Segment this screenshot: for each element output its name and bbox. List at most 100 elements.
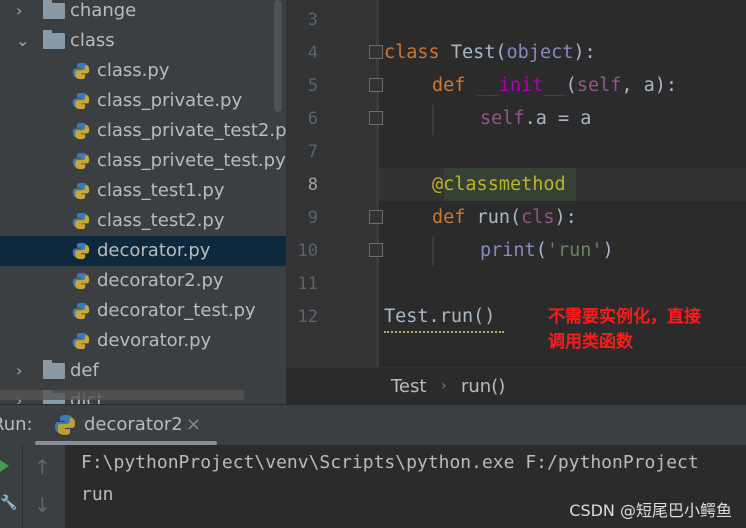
punct: ):: [554, 207, 577, 228]
code-line-5[interactable]: def __init__(self, a):: [432, 75, 677, 96]
python-file-icon: [72, 242, 90, 260]
tree-item-label: def: [70, 360, 99, 381]
run-tool-window-header: Run: decorator2 ×: [0, 404, 746, 445]
class-name: Test: [450, 42, 496, 63]
breadcrumb-separator: ›: [441, 378, 447, 394]
tree-file[interactable]: decorator.py: [0, 236, 286, 266]
console-line: run: [81, 484, 114, 505]
tree-item-label: class.py: [97, 60, 170, 81]
project-tree: › change ⌄ class class.py class_private.pycla…: [0, 0, 286, 404]
tree-folder[interactable]: › def: [0, 356, 286, 386]
keyword: def: [432, 75, 466, 96]
watermark: CSDN @短尾巴小鳄鱼: [569, 501, 732, 520]
cls-param: cls: [521, 207, 555, 228]
python-file-icon: [72, 212, 90, 230]
line-number: 8: [307, 175, 318, 195]
python-file-icon: [72, 332, 90, 350]
arrow-down-icon[interactable]: ↓: [34, 493, 51, 517]
line-number: 7: [307, 142, 318, 162]
python-file-icon: [72, 272, 90, 290]
keyword: def: [432, 207, 466, 228]
chevron-right-icon[interactable]: ›: [16, 356, 30, 386]
magic-method: __init__: [476, 75, 566, 96]
tree-file[interactable]: class_test2.py: [0, 206, 286, 236]
line-number: 10: [297, 241, 318, 261]
arrow-up-icon[interactable]: ↑: [34, 455, 51, 479]
python-file-icon: [72, 302, 90, 320]
tree-file[interactable]: devorator.py: [0, 326, 286, 356]
func-name: run: [476, 207, 510, 228]
python-file-icon: [72, 152, 90, 170]
tree-folder[interactable]: ⌄ class: [0, 26, 286, 56]
builtin: object: [506, 42, 574, 63]
keyword: class: [384, 42, 440, 63]
code-line-9[interactable]: def run(cls):: [432, 207, 577, 228]
run-toolbar: 🔧: [0, 445, 22, 528]
line-number: 9: [307, 208, 318, 228]
fold-marker-icon[interactable]: [369, 210, 383, 224]
line-number: 12: [297, 307, 318, 327]
annotation-line: 不需要实例化，直接: [548, 307, 701, 327]
tree-item-label: change: [70, 0, 137, 21]
python-file-icon: [72, 182, 90, 200]
run-toolbar-2: ↑ ↓: [22, 445, 65, 528]
sidebar-horizontal-scrollbar[interactable]: [0, 390, 244, 400]
tree-file[interactable]: class_private.py: [0, 86, 286, 116]
chevron-down-icon[interactable]: ⌄: [16, 26, 30, 56]
close-tab-icon[interactable]: ×: [186, 414, 201, 435]
fold-marker-icon[interactable]: [369, 111, 383, 125]
tree-item-label: devorator.py: [97, 330, 212, 351]
code-line-12[interactable]: Test.run(): [384, 306, 495, 327]
tree-item-label: decorator.py: [97, 240, 211, 261]
params: , a):: [621, 75, 678, 96]
python-icon: [55, 415, 75, 435]
tree-file[interactable]: class_privete_test.py: [0, 146, 286, 176]
rerun-icon[interactable]: [0, 460, 9, 472]
paren: ): [602, 240, 614, 261]
folder-icon: [43, 360, 65, 379]
paren: (: [495, 42, 507, 63]
chevron-right-icon[interactable]: ›: [16, 0, 30, 26]
paren: (: [535, 240, 547, 261]
tree-item-label: decorator2.py: [97, 270, 224, 291]
warning-underline: [384, 330, 504, 333]
annotation-line: 调用类函数: [548, 332, 633, 352]
breadcrumb-item[interactable]: Test: [391, 368, 426, 405]
annotation: 不需要实例化，直接 调用类函数: [548, 305, 746, 355]
tree-file[interactable]: decorator_test.py: [0, 296, 286, 326]
console-line: F:\pythonProject\venv\Scripts\python.exe…: [81, 452, 699, 473]
breadcrumb-item[interactable]: run(): [461, 368, 505, 405]
line-number: 4: [307, 43, 318, 63]
wrench-icon[interactable]: 🔧: [0, 495, 17, 511]
self-param: self: [576, 75, 622, 96]
tree-folder[interactable]: › change: [0, 0, 286, 26]
self: self: [480, 108, 525, 129]
fold-marker-icon[interactable]: [369, 45, 383, 59]
code-line-6[interactable]: self.a = a: [480, 108, 591, 129]
folder-icon: [43, 30, 65, 49]
code-line-4[interactable]: class Test(object):: [384, 42, 596, 63]
tree-item-label: class_privete_test.py: [97, 150, 286, 171]
tree-item-label: class: [70, 30, 115, 51]
tree-file[interactable]: class_private_test2.py: [0, 116, 286, 146]
breadcrumb: Test › run(): [286, 367, 746, 404]
code-line-10[interactable]: print('run'): [480, 240, 614, 261]
code-line-8[interactable]: @classmethod: [432, 174, 566, 195]
tree-item-label: class_private_test2.py: [97, 120, 286, 141]
tree-item-label: class_test1.py: [97, 180, 225, 201]
tree-file[interactable]: decorator2.py: [0, 266, 286, 296]
fold-marker-icon[interactable]: [369, 243, 383, 257]
indent-guide: [432, 105, 434, 135]
run-label: Run:: [0, 414, 33, 435]
fold-marker-icon[interactable]: [369, 78, 383, 92]
python-file-icon: [72, 122, 90, 140]
sidebar-scrollbar[interactable]: [274, 0, 282, 112]
run-tab[interactable]: decorator2: [84, 414, 183, 435]
tree-file[interactable]: class.py: [0, 56, 286, 86]
assign: .a = a: [524, 108, 592, 129]
tree-item-label: decorator_test.py: [97, 300, 256, 321]
tree-file[interactable]: class_test1.py: [0, 176, 286, 206]
